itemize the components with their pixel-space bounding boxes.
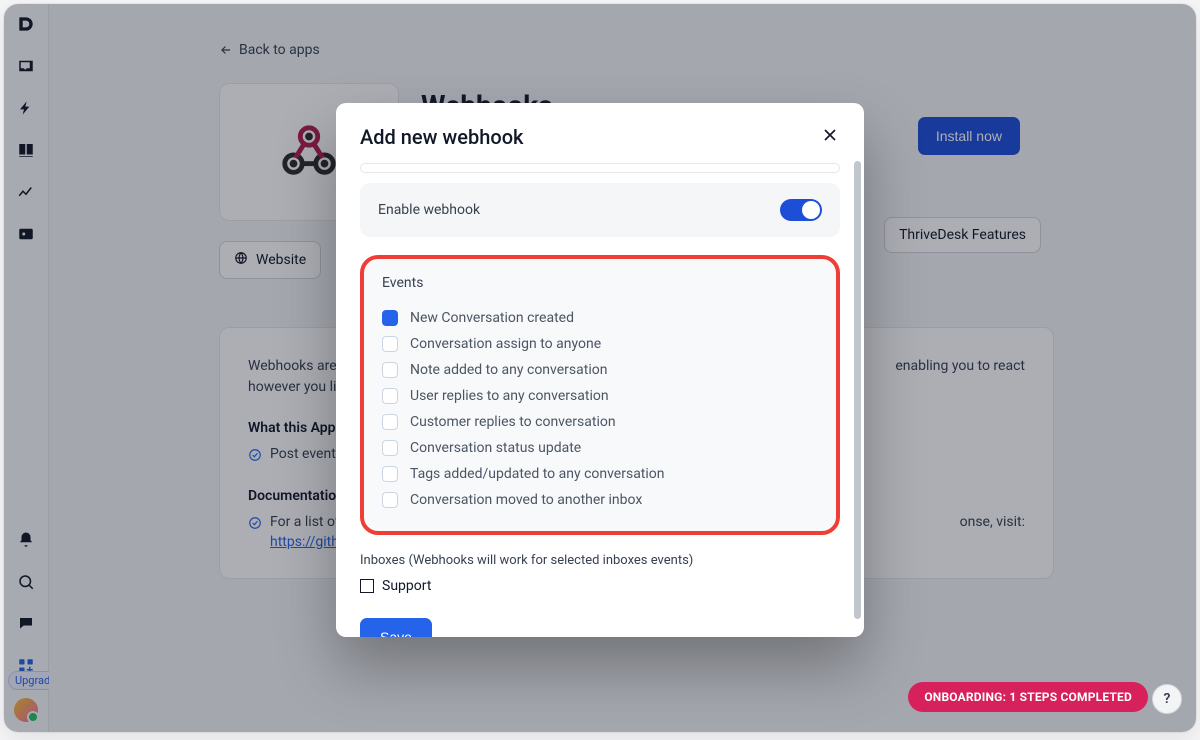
save-button[interactable]: Save	[360, 618, 432, 637]
checkbox-icon[interactable]	[382, 310, 398, 326]
add-webhook-modal: Add new webhook Enable webhook Events Ne…	[336, 103, 864, 637]
modal-title: Add new webhook	[360, 125, 523, 149]
checkbox-icon[interactable]	[382, 414, 398, 430]
event-option-label: Tags added/updated to any conversation	[410, 466, 665, 482]
modal-body: Enable webhook Events New Conversation c…	[336, 163, 864, 637]
events-section: Events New Conversation created Conversat…	[360, 255, 840, 535]
event-option[interactable]: Tags added/updated to any conversation	[382, 461, 818, 487]
checkbox-icon[interactable]	[382, 336, 398, 352]
inbox-option-support[interactable]: Support	[360, 578, 840, 594]
enable-webhook-row: Enable webhook	[360, 183, 840, 237]
events-title: Events	[382, 275, 818, 291]
help-button[interactable]: ?	[1152, 684, 1182, 714]
event-option-label: User replies to any conversation	[410, 388, 609, 404]
checkbox-icon[interactable]	[382, 466, 398, 482]
event-option[interactable]: Customer replies to conversation	[382, 409, 818, 435]
checkbox-icon[interactable]	[360, 579, 374, 593]
event-option-label: Conversation moved to another inbox	[410, 492, 642, 508]
modal-overlay[interactable]: Add new webhook Enable webhook Events Ne…	[4, 4, 1196, 732]
event-option-label: Conversation assign to anyone	[410, 336, 601, 352]
webhook-url-input[interactable]	[360, 163, 840, 173]
checkbox-icon[interactable]	[382, 362, 398, 378]
scrollbar[interactable]	[854, 161, 861, 619]
event-option[interactable]: User replies to any conversation	[382, 383, 818, 409]
enable-webhook-toggle[interactable]	[780, 199, 822, 221]
checkbox-icon[interactable]	[382, 492, 398, 508]
checkbox-icon[interactable]	[382, 440, 398, 456]
event-option[interactable]: Conversation status update	[382, 435, 818, 461]
event-option-label: Conversation status update	[410, 440, 581, 456]
event-option-label: New Conversation created	[410, 310, 574, 326]
inbox-option-label: Support	[382, 578, 431, 594]
event-option[interactable]: New Conversation created	[382, 305, 818, 331]
enable-webhook-label: Enable webhook	[378, 202, 480, 218]
close-icon[interactable]	[820, 125, 840, 149]
event-option-label: Note added to any conversation	[410, 362, 607, 378]
event-option[interactable]: Note added to any conversation	[382, 357, 818, 383]
onboarding-pill[interactable]: ONBOARDING: 1 STEPS COMPLETED	[908, 682, 1148, 712]
checkbox-icon[interactable]	[382, 388, 398, 404]
inboxes-label: Inboxes (Webhooks will work for selected…	[360, 553, 840, 568]
event-option-label: Customer replies to conversation	[410, 414, 616, 430]
event-option[interactable]: Conversation assign to anyone	[382, 331, 818, 357]
event-option[interactable]: Conversation moved to another inbox	[382, 487, 818, 513]
